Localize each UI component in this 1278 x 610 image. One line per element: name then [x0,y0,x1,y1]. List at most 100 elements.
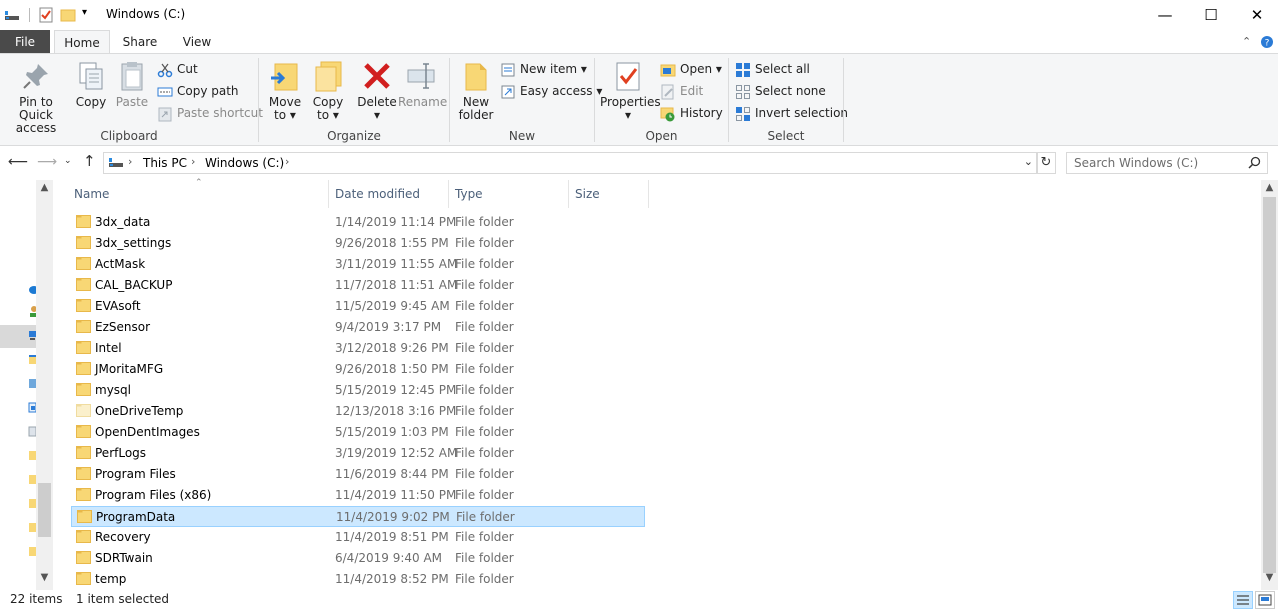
move-to-button[interactable]: Move to ▾ [265,60,305,122]
invert-selection-button[interactable]: Invert selection [735,103,848,123]
file-date-modified: 3/19/2019 12:52 AM [335,446,458,460]
properties-button[interactable]: Properties ▾ [600,60,661,122]
copy-path-button[interactable]: Copy path [157,81,239,101]
scroll-down-arrow-icon[interactable]: ▼ [1261,572,1278,583]
file-row[interactable]: PerfLogs 3/19/2019 12:52 AM File folder [71,443,645,464]
select-all-icon [736,62,750,77]
search-box[interactable]: Search Windows (C:) [1066,152,1268,174]
forward-arrow-icon[interactable]: ⟶ [37,154,57,170]
cut-button[interactable]: Cut [157,59,198,79]
new-item-icon [501,63,515,76]
file-row[interactable]: ActMask 3/11/2019 11:55 AM File folder [71,254,645,275]
rename-button[interactable]: Rename [398,60,447,109]
folder-icon[interactable] [28,544,36,558]
copy-button[interactable]: Copy [73,60,109,109]
column-header-date-modified[interactable]: Date modified [329,180,448,208]
file-list-scroll-thumb[interactable] [1263,197,1276,573]
select-all-button[interactable]: Select all [735,59,810,79]
window-title: Windows (C:) [106,7,186,21]
navigation-pane-scrollbar[interactable]: ▲ ▼ [36,180,53,590]
breadcrumb-separator[interactable]: › [191,155,195,168]
column-header-size[interactable]: Size [569,180,649,208]
pin-label-line1: Pin to Quick [19,95,53,122]
scroll-up-arrow-icon[interactable]: ▲ [1261,182,1278,193]
close-button[interactable]: ✕ [1234,0,1278,30]
new-folder-quick-icon[interactable] [60,7,76,23]
file-row[interactable]: Program Files 11/6/2019 8:44 PM File folde… [71,464,645,485]
history-button[interactable]: History [660,103,723,123]
search-icon[interactable] [1248,156,1261,169]
folder-icon[interactable] [28,472,36,486]
edit-button[interactable]: Edit [660,81,703,101]
file-row[interactable]: Intel 3/12/2018 9:26 PM File folder [71,338,645,359]
file-row[interactable]: 3dx_data 1/14/2019 11:14 PM File folder [71,212,645,233]
scroll-down-arrow-icon[interactable]: ▼ [36,572,53,583]
onedrive-icon[interactable] [28,282,36,296]
minimize-button[interactable]: — [1142,0,1188,30]
properties-quick-icon[interactable] [38,7,54,23]
breadcrumb-this-pc[interactable]: This PC [143,156,187,170]
select-none-button[interactable]: Select none [735,81,826,101]
tab-home[interactable]: Home [54,30,110,54]
new-item-button[interactable]: New item ▾ [500,59,587,79]
column-divider[interactable] [648,180,649,208]
navigation-bar: ⟵ ⟶ ⌄ ↑ › This PC › Windows (C:) › ⌄ ↻ S… [0,146,1278,180]
customize-quick-access-icon[interactable]: ▾ [82,7,87,18]
downloads-folder-icon[interactable] [28,400,36,414]
file-row[interactable]: SDRTwain 6/4/2019 9:40 AM File folder [71,548,645,569]
address-bar[interactable]: › This PC › Windows (C:) › ⌄ [103,152,1038,174]
folder-icon[interactable] [28,496,36,510]
breadcrumb-separator[interactable]: › [285,155,289,168]
drive-icon[interactable] [4,7,20,23]
pin-to-quick-access-button[interactable]: Pin to Quick access [3,60,69,135]
back-arrow-icon[interactable]: ⟵ [8,154,28,170]
navigation-pane-scroll-thumb[interactable] [38,483,51,537]
file-list-scrollbar[interactable]: ▲ ▼ [1261,180,1278,590]
file-row[interactable]: 3dx_settings 9/26/2018 1:55 PM File folder [71,233,645,254]
file-row[interactable]: EVAsoft 11/5/2019 9:45 AM File folder [71,296,645,317]
recent-locations-chevron-icon[interactable]: ⌄ [64,156,72,166]
file-row[interactable]: temp 11/4/2019 8:52 PM File folder [71,569,645,590]
easy-access-button[interactable]: Easy access ▾ [500,81,602,101]
file-row[interactable]: OpenDentImages 5/15/2019 1:03 PM File fold… [71,422,645,443]
delete-button[interactable]: Delete ▾ [357,60,397,122]
open-button[interactable]: Open ▾ [660,59,722,79]
up-arrow-icon[interactable]: ↑ [83,152,96,170]
file-row[interactable]: OneDriveTemp 12/13/2018 3:16 PM File folde… [71,401,645,422]
large-icons-view-button[interactable] [1255,591,1275,609]
collapse-ribbon-icon[interactable]: ⌃ [1242,35,1251,48]
tab-view[interactable]: View [172,30,222,54]
tab-share[interactable]: Share [115,30,165,54]
folder-icon[interactable] [28,520,36,534]
documents-folder-icon[interactable] [28,376,36,390]
file-date-modified: 11/7/2018 11:51 AM [335,278,458,292]
user-folder-icon[interactable] [28,304,36,318]
details-view-button[interactable] [1233,591,1253,609]
file-row[interactable]: ProgramData 11/4/2019 9:02 PM File folder [71,506,645,527]
help-icon[interactable]: ? [1260,35,1274,49]
file-row[interactable]: mysql 5/15/2019 12:45 PM File folder [71,380,645,401]
file-row[interactable]: EzSensor 9/4/2019 3:17 PM File folder [71,317,645,338]
desktop-folder-icon[interactable] [28,352,36,366]
maximize-button[interactable]: ☐ [1188,0,1234,30]
this-pc-icon[interactable] [28,328,36,342]
column-header-type[interactable]: Type [449,180,568,208]
easy-access-icon [501,85,515,98]
breadcrumb-drive[interactable]: Windows (C:) [205,156,284,170]
refresh-icon[interactable]: ↻ [1036,152,1056,174]
copy-to-button[interactable]: Copy to ▾ [308,60,348,122]
address-history-chevron-icon[interactable]: ⌄ [1024,155,1033,168]
scroll-up-arrow-icon[interactable]: ▲ [36,182,53,193]
search-input[interactable]: Search Windows (C:) [1074,156,1198,170]
file-row[interactable]: Recovery 11/4/2019 8:51 PM File folder [71,527,645,548]
file-row[interactable]: Program Files (x86) 11/4/2019 11:50 PM Fil… [71,485,645,506]
breadcrumb-separator[interactable]: › [128,155,132,168]
music-folder-icon[interactable] [28,424,36,438]
new-folder-button[interactable]: New folder [455,60,497,122]
file-row[interactable]: JMoritaMFG 9/26/2018 1:50 PM File folder [71,359,645,380]
tab-file[interactable]: File [0,30,50,54]
folder-icon[interactable] [28,448,36,462]
paste-shortcut-button[interactable]: Paste shortcut [157,103,263,123]
file-row[interactable]: CAL_BACKUP 11/7/2018 11:51 AM File folder [71,275,645,296]
paste-button[interactable]: Paste [114,60,150,109]
